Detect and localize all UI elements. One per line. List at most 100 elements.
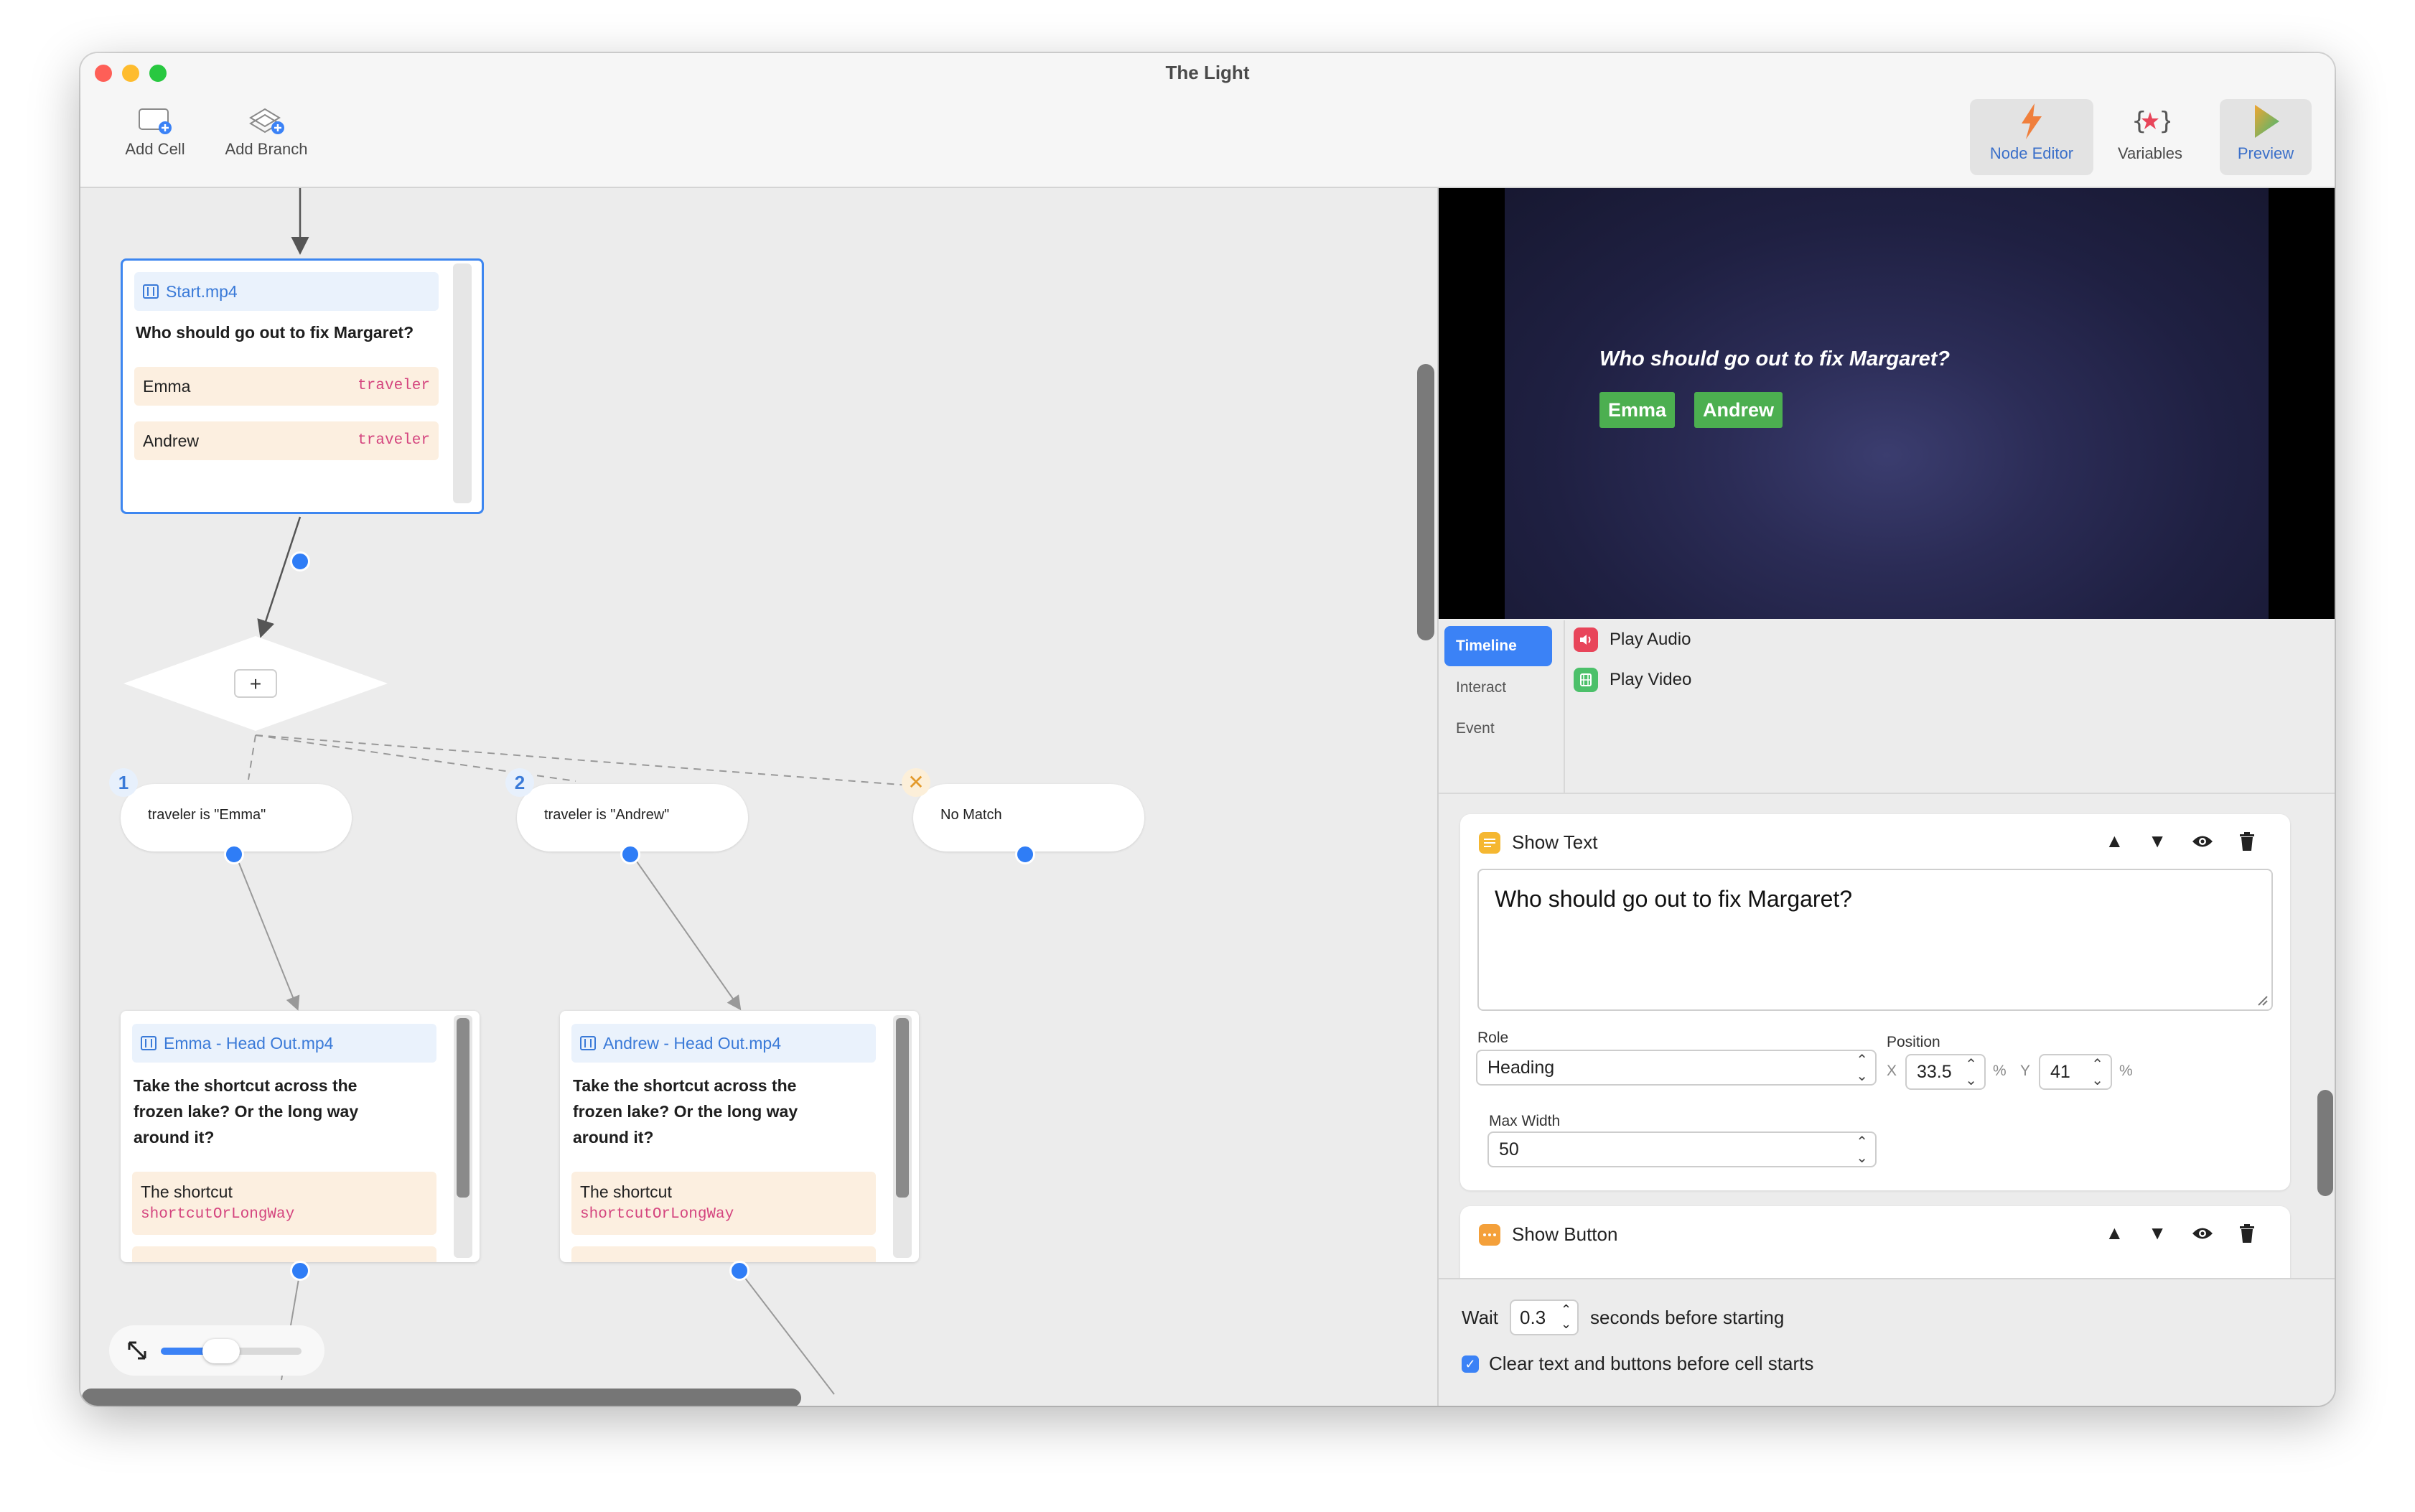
- file-chip[interactable]: Andrew - Head Out.mp4: [571, 1024, 876, 1063]
- eye-icon[interactable]: [2191, 1226, 2214, 1241]
- add-cell-button[interactable]: Add Cell: [112, 105, 198, 162]
- position-x-stepper[interactable]: 33.5 ⌃ ⌄: [1905, 1054, 1986, 1090]
- trash-icon[interactable]: [2238, 1223, 2256, 1243]
- show-button-card: Show Button ▲ ▼: [1460, 1206, 2290, 1278]
- andrew-cell-card[interactable]: Andrew - Head Out.mp4 Take the shortcut …: [560, 1011, 919, 1262]
- add-branch-button[interactable]: Add Branch: [212, 105, 320, 162]
- answer-variable: traveler: [358, 378, 430, 394]
- add-branch-label: Add Branch: [225, 140, 308, 158]
- position-y-value: 41: [2050, 1062, 2070, 1082]
- resize-grip-icon[interactable]: [2254, 992, 2269, 1007]
- preview-button[interactable]: Preview: [2220, 99, 2312, 175]
- move-up-icon[interactable]: ▲: [2106, 830, 2124, 852]
- file-name: Andrew - Head Out.mp4: [603, 1033, 782, 1053]
- move-down-icon[interactable]: ▼: [2148, 1222, 2167, 1244]
- answer-row[interactable]: Emma traveler: [134, 367, 439, 406]
- card-scrollbar[interactable]: [453, 263, 472, 503]
- role-select[interactable]: Heading ⌃ ⌄: [1476, 1050, 1877, 1086]
- add-cell-icon: [139, 108, 172, 134]
- answer-variable: shortcutOrLongWay: [580, 1206, 734, 1223]
- answer-row[interactable]: The shortcut shortcutOrLongWay: [571, 1172, 876, 1235]
- question-line: frozen lake? Or the long way: [573, 1102, 798, 1121]
- node-canvas[interactable]: Start.mp4 Who should go out to fix Marga…: [80, 188, 1437, 1406]
- wait-label: Wait: [1462, 1306, 1499, 1328]
- preview-question: Who should go out to fix Margaret?: [1599, 347, 1951, 370]
- eye-icon[interactable]: [2191, 834, 2214, 849]
- svg-text:{: {: [2131, 107, 2147, 136]
- output-port[interactable]: [224, 844, 244, 864]
- role-label: Role: [1477, 1030, 1509, 1046]
- answer-row[interactable]: Andrew traveler: [134, 421, 439, 460]
- no-match-x-icon: ✕: [902, 768, 930, 797]
- node-editor-button[interactable]: Node Editor: [1970, 99, 2093, 175]
- tab-event[interactable]: Event: [1444, 709, 1552, 749]
- preview-choice-button[interactable]: Emma: [1599, 392, 1676, 428]
- inspector-scrollbar[interactable]: [2317, 1090, 2333, 1196]
- canvas-vertical-scrollbar[interactable]: [1417, 364, 1434, 640]
- output-port[interactable]: [1015, 844, 1035, 864]
- file-chip[interactable]: Emma - Head Out.mp4: [132, 1024, 436, 1063]
- node-editor-label: Node Editor: [1989, 144, 2074, 162]
- titlebar: The Light Add Cell Add Branch Node Edito…: [80, 53, 2335, 188]
- cell-question: Who should go out to fix Margaret?: [136, 323, 414, 342]
- role-value: Heading: [1487, 1058, 1555, 1078]
- zoom-control: [109, 1325, 324, 1376]
- x-label: X: [1887, 1063, 1897, 1079]
- cell-question: Take the shortcut across the frozen lake…: [573, 1073, 798, 1150]
- tab-interact[interactable]: Interact: [1444, 668, 1552, 708]
- zoom-slider-knob[interactable]: [202, 1339, 240, 1363]
- tab-timeline[interactable]: Timeline: [1444, 626, 1552, 666]
- show-button-header: Show Button: [1479, 1223, 1617, 1246]
- card-scroll-thumb[interactable]: [896, 1018, 909, 1198]
- start-cell-card[interactable]: Start.mp4 Who should go out to fix Marga…: [121, 258, 484, 514]
- output-port[interactable]: [729, 1261, 749, 1281]
- position-x-value: 33.5: [1917, 1062, 1952, 1082]
- condition-text: No Match: [940, 807, 1002, 823]
- card-scrollbar[interactable]: [893, 1015, 912, 1258]
- variables-button[interactable]: { } Variables: [2103, 99, 2197, 175]
- file-chip[interactable]: Start.mp4: [134, 272, 439, 311]
- max-width-select[interactable]: 50 ⌃ ⌄: [1487, 1131, 1877, 1167]
- emma-cell-card[interactable]: Emma - Head Out.mp4 Take the shortcut ac…: [121, 1011, 480, 1262]
- canvas-horizontal-scrollbar[interactable]: [82, 1389, 801, 1406]
- zoom-slider-track[interactable]: [161, 1339, 302, 1363]
- action-label: Play Video: [1610, 670, 1692, 689]
- card-controls: ▲ ▼: [2106, 1222, 2256, 1244]
- film-icon: [1574, 668, 1598, 692]
- clear-checkbox[interactable]: ✓: [1462, 1355, 1479, 1373]
- file-name: Start.mp4: [166, 281, 238, 301]
- condition-andrew[interactable]: traveler is "Andrew": [517, 784, 748, 851]
- condition-emma[interactable]: traveler is "Emma": [121, 784, 352, 851]
- action-play-video[interactable]: Play Video: [1574, 668, 1691, 692]
- up-down-chevron-icon: ⌃ ⌄: [2091, 1057, 2103, 1088]
- timeline-section: Timeline Interact Event Play Audio Play …: [1439, 620, 2335, 794]
- condition-text: traveler is "Emma": [148, 807, 266, 823]
- text-content-input[interactable]: Who should go out to fix Margaret?: [1477, 869, 2273, 1011]
- move-up-icon[interactable]: ▲: [2106, 1222, 2124, 1244]
- position-label: Position: [1887, 1034, 1940, 1050]
- position-y-stepper[interactable]: 41 ⌃ ⌄: [2039, 1054, 2112, 1090]
- card-scroll-thumb[interactable]: [457, 1018, 470, 1198]
- preview-choice-button[interactable]: Andrew: [1694, 392, 1783, 428]
- card-title: Show Button: [1512, 1223, 1618, 1245]
- resize-diagonal-icon[interactable]: [125, 1338, 149, 1363]
- condition-no-match[interactable]: No Match: [913, 784, 1144, 851]
- answer-row[interactable]: [132, 1246, 436, 1262]
- play-icon: [2255, 105, 2279, 138]
- answer-row[interactable]: [571, 1246, 876, 1262]
- trash-icon[interactable]: [2238, 831, 2256, 851]
- card-scrollbar[interactable]: [454, 1015, 472, 1258]
- preview-player[interactable]: Who should go out to fix Margaret? Emma …: [1439, 188, 2335, 619]
- question-line: Take the shortcut across the: [573, 1076, 797, 1095]
- output-port[interactable]: [290, 551, 310, 571]
- move-down-icon[interactable]: ▼: [2148, 830, 2167, 852]
- output-port[interactable]: [620, 844, 640, 864]
- answer-row[interactable]: The shortcut shortcutOrLongWay: [132, 1172, 436, 1235]
- action-play-audio[interactable]: Play Audio: [1574, 627, 1691, 652]
- answer-label: Andrew: [143, 431, 199, 450]
- wait-stepper[interactable]: 0.3 ⌃ ⌄: [1510, 1299, 1579, 1335]
- output-port[interactable]: [290, 1261, 310, 1281]
- branch-add-button[interactable]: +: [234, 669, 277, 698]
- max-width-label: Max Width: [1489, 1113, 1561, 1129]
- wait-suffix: seconds before starting: [1590, 1306, 1785, 1328]
